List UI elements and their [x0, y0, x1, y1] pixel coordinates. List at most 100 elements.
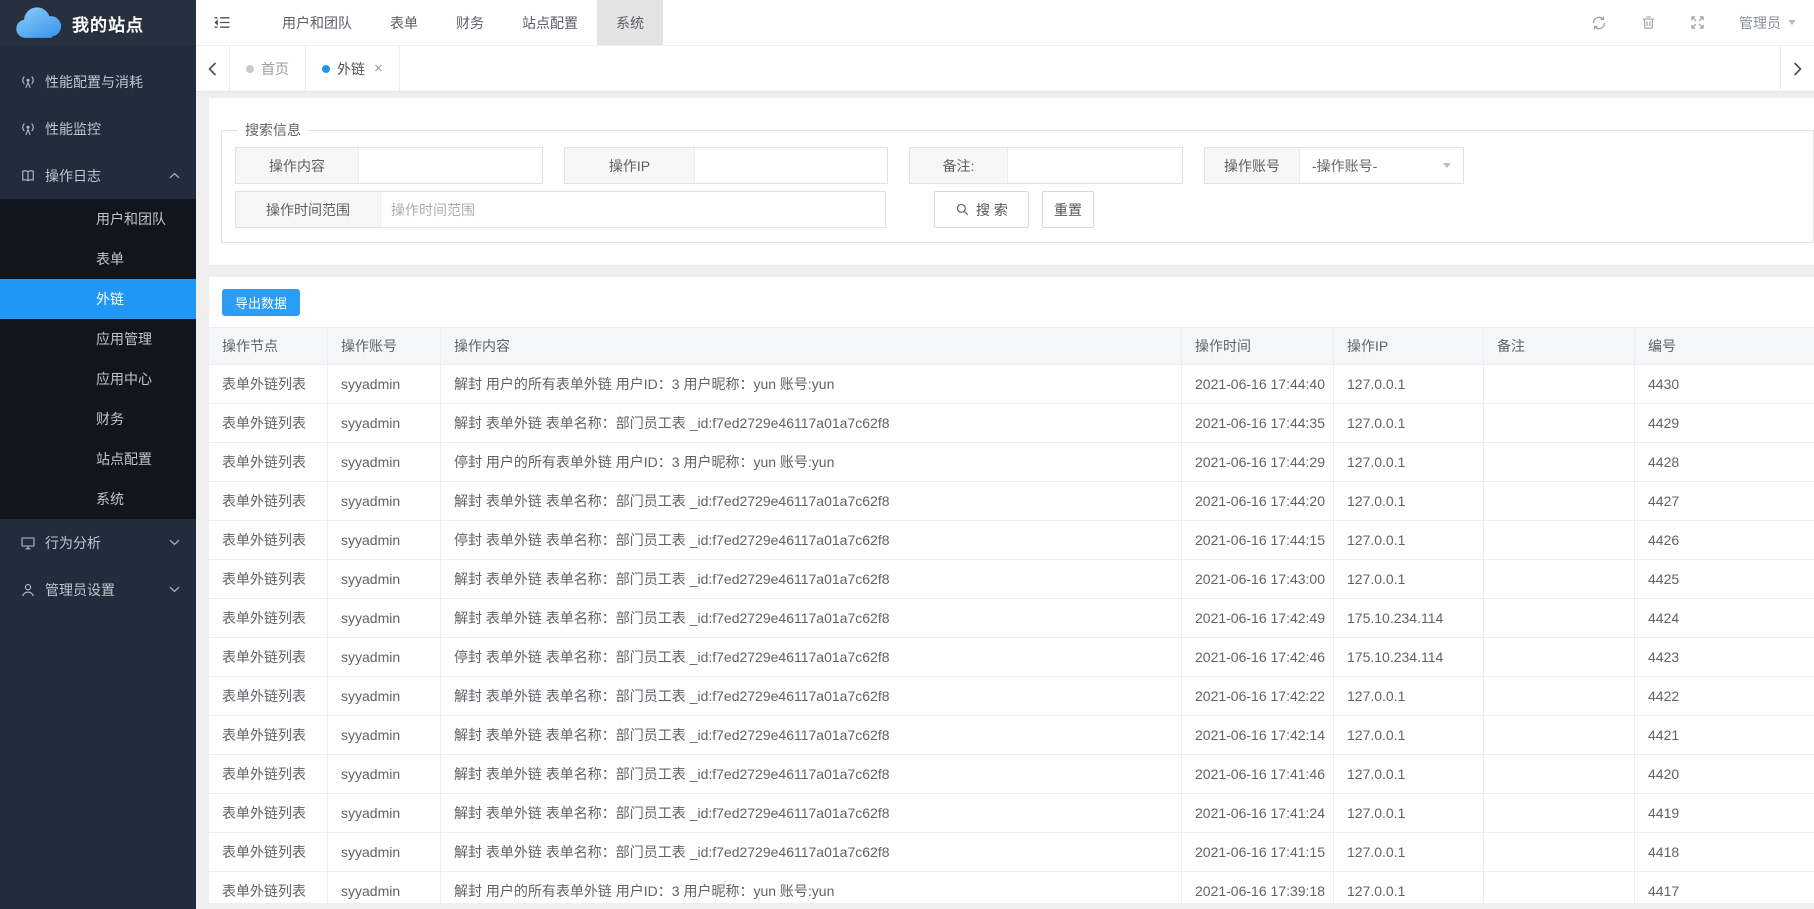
cell-time: 2021-06-16 17:43:00 — [1182, 560, 1334, 598]
submenu-item-site-config[interactable]: 站点配置 — [0, 439, 196, 479]
submenu-item-system[interactable]: 系统 — [0, 479, 196, 519]
cell-time: 2021-06-16 17:44:35 — [1182, 404, 1334, 442]
tabs-scroll-right-icon[interactable] — [1780, 46, 1814, 91]
cell-id: 4426 — [1635, 521, 1814, 559]
menu-fold-icon[interactable] — [196, 0, 245, 45]
ip-input[interactable] — [695, 148, 887, 183]
note-input[interactable] — [1008, 148, 1182, 183]
cell-id: 4429 — [1635, 404, 1814, 442]
search-icon — [955, 202, 970, 217]
cell-id: 4424 — [1635, 599, 1814, 637]
cell-ip: 127.0.0.1 — [1334, 482, 1484, 520]
cell-node: 表单外链列表 — [209, 755, 328, 793]
cell-content: 解封 表单外链 表单名称：部门员工表 _id:f7ed2729e46117a01… — [441, 560, 1182, 598]
sidebar-item-performance-monitor[interactable]: 性能监控 — [0, 105, 196, 152]
tabs-scroll-left-icon[interactable] — [196, 46, 230, 91]
time-range-field-label: 操作时间范围 — [236, 192, 381, 227]
cell-account: syyadmin — [328, 716, 441, 754]
submenu-item-users[interactable]: 用户和团队 — [0, 199, 196, 239]
cell-note — [1484, 677, 1635, 715]
submenu-item-forms[interactable]: 表单 — [0, 239, 196, 279]
main-content: 搜索信息 操作内容 操作IP 备注: — [196, 92, 1814, 909]
content-field-group: 操作内容 — [235, 147, 543, 184]
ip-field-label: 操作IP — [565, 148, 695, 183]
reset-button-label: 重置 — [1054, 200, 1082, 220]
topnav-item-finance[interactable]: 财务 — [437, 0, 503, 45]
operation-log-submenu: 用户和团队 表单 外链 应用管理 应用中心 财务 站点配置 系统 — [0, 199, 196, 519]
table-row: 表单外链列表syyadmin解封 表单外链 表单名称：部门员工表 _id:f7e… — [209, 482, 1814, 521]
table-row: 表单外链列表syyadmin解封 用户的所有表单外链 用户ID：3 用户昵称：y… — [209, 872, 1814, 903]
account-select[interactable]: -操作账号- — [1300, 148, 1463, 183]
broadcast-icon — [20, 121, 36, 137]
cell-node: 表单外链列表 — [209, 794, 328, 832]
submenu-item-app-center[interactable]: 应用中心 — [0, 359, 196, 399]
search-fieldset: 搜索信息 操作内容 操作IP 备注: — [221, 120, 1814, 243]
content-input[interactable] — [359, 148, 542, 183]
topnav-item-site-config[interactable]: 站点配置 — [503, 0, 597, 45]
cell-ip: 127.0.0.1 — [1334, 794, 1484, 832]
tab-label: 首页 — [261, 59, 289, 79]
cell-ip: 127.0.0.1 — [1334, 872, 1484, 903]
cell-node: 表单外链列表 — [209, 872, 328, 903]
admin-dropdown[interactable]: 管理员 — [1739, 13, 1796, 33]
sidebar-group-behavior-analysis[interactable]: 行为分析 — [0, 519, 196, 566]
cell-id: 4423 — [1635, 638, 1814, 676]
cell-account: syyadmin — [328, 521, 441, 559]
note-field-label: 备注: — [910, 148, 1008, 183]
time-range-input[interactable] — [381, 192, 885, 227]
tab-close-icon[interactable]: × — [374, 60, 383, 77]
tab-bar: 首页 外链 × — [196, 46, 1814, 92]
submenu-item-finance[interactable]: 财务 — [0, 399, 196, 439]
column-header-time: 操作时间 — [1182, 328, 1334, 364]
submenu-item-external-links[interactable]: 外链 — [0, 279, 196, 319]
reset-button[interactable]: 重置 — [1042, 191, 1094, 228]
cell-note — [1484, 794, 1635, 832]
topnav-item-forms[interactable]: 表单 — [371, 0, 437, 45]
cell-time: 2021-06-16 17:41:24 — [1182, 794, 1334, 832]
cell-content: 停封 表单外链 表单名称：部门员工表 _id:f7ed2729e46117a01… — [441, 521, 1182, 559]
cell-time: 2021-06-16 17:44:29 — [1182, 443, 1334, 481]
account-field-label: 操作账号 — [1205, 148, 1300, 183]
refresh-icon[interactable] — [1591, 15, 1607, 31]
sidebar-item-label: 管理员设置 — [45, 580, 160, 600]
tab-dot — [246, 65, 254, 73]
table-row: 表单外链列表syyadmin停封 表单外链 表单名称：部门员工表 _id:f7e… — [209, 521, 1814, 560]
trash-icon[interactable] — [1641, 15, 1656, 30]
site-title: 我的站点 — [72, 11, 144, 36]
table-row: 表单外链列表syyadmin解封 表单外链 表单名称：部门员工表 _id:f7e… — [209, 560, 1814, 599]
tab-external-links[interactable]: 外链 × — [306, 46, 400, 91]
topnav-item-users[interactable]: 用户和团队 — [263, 0, 371, 45]
ip-field-group: 操作IP — [564, 147, 888, 184]
cell-time: 2021-06-16 17:42:22 — [1182, 677, 1334, 715]
chevron-down-icon — [169, 539, 180, 546]
fullscreen-icon[interactable] — [1690, 15, 1705, 30]
sidebar-item-label: 行为分析 — [45, 533, 160, 553]
cell-node: 表单外链列表 — [209, 599, 328, 637]
cell-node: 表单外链列表 — [209, 482, 328, 520]
search-button[interactable]: 搜 索 — [934, 191, 1029, 228]
cell-node: 表单外链列表 — [209, 443, 328, 481]
tab-home[interactable]: 首页 — [230, 46, 306, 91]
cell-id: 4430 — [1635, 365, 1814, 403]
cell-content: 解封 用户的所有表单外链 用户ID：3 用户昵称：yun 账号:yun — [441, 872, 1182, 903]
topnav-item-system[interactable]: 系统 — [597, 0, 663, 45]
cell-content: 解封 表单外链 表单名称：部门员工表 _id:f7ed2729e46117a01… — [441, 755, 1182, 793]
table-row: 表单外链列表syyadmin解封 表单外链 表单名称：部门员工表 _id:f7e… — [209, 794, 1814, 833]
cell-account: syyadmin — [328, 833, 441, 871]
tab-dot — [322, 65, 330, 73]
table-row: 表单外链列表syyadmin解封 表单外链 表单名称：部门员工表 _id:f7e… — [209, 716, 1814, 755]
tab-label: 外链 — [337, 59, 365, 79]
cell-content: 停封 表单外链 表单名称：部门员工表 _id:f7ed2729e46117a01… — [441, 638, 1182, 676]
cell-account: syyadmin — [328, 365, 441, 403]
cell-ip: 127.0.0.1 — [1334, 833, 1484, 871]
submenu-item-app-manage[interactable]: 应用管理 — [0, 319, 196, 359]
export-data-button[interactable]: 导出数据 — [222, 289, 300, 316]
sidebar-group-operation-log[interactable]: 操作日志 — [0, 152, 196, 199]
app-window: 我的站点 用户和团队 表单 财务 站点配置 系统 — [0, 0, 1814, 909]
search-panel: 搜索信息 操作内容 操作IP 备注: — [209, 98, 1814, 265]
cell-time: 2021-06-16 17:42:49 — [1182, 599, 1334, 637]
cell-time: 2021-06-16 17:44:15 — [1182, 521, 1334, 559]
cell-note — [1484, 638, 1635, 676]
sidebar-item-performance-config[interactable]: 性能配置与消耗 — [0, 58, 196, 105]
sidebar-group-admin-settings[interactable]: 管理员设置 — [0, 566, 196, 613]
